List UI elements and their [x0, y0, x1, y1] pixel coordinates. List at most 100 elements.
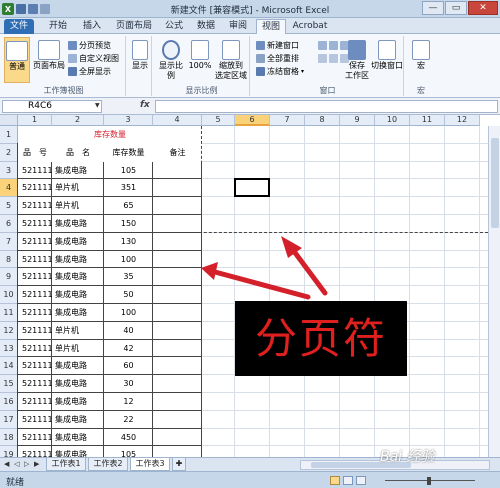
save-workspace-button[interactable]: 保存 工作区	[344, 37, 370, 81]
table-cell-qty[interactable]: 12	[104, 393, 153, 411]
column-header[interactable]: 12	[445, 115, 480, 126]
worksheet-grid[interactable]: 1 2 3 4 5 6 7 8 9 10 11 12 1 2 3 4 5 6 7 8 9 10 11 12 13 14 15 16 17…	[0, 115, 500, 457]
table-cell-qty[interactable]: 30	[104, 375, 153, 393]
table-cell-name[interactable]: 单片机	[52, 322, 104, 340]
close-button[interactable]: ✕	[468, 1, 498, 15]
zoom-slider[interactable]	[375, 477, 485, 485]
table-cell-qty[interactable]: 22	[104, 411, 153, 429]
table-cell-code[interactable]: 5211110028	[18, 446, 52, 457]
table-cell-qty[interactable]: 50	[104, 286, 153, 304]
page-layout-view-button[interactable]: 页面布局	[32, 37, 66, 71]
table-cell-name[interactable]: 集成电路	[52, 393, 104, 411]
prev-sheet-icon[interactable]: ◁	[14, 460, 19, 468]
row-header[interactable]: 12	[0, 321, 18, 340]
table-cell-qty[interactable]: 42	[104, 340, 153, 358]
table-cell-qty[interactable]: 35	[104, 268, 153, 286]
column-header[interactable]: 10	[375, 115, 410, 126]
sheet-tab-1[interactable]: 工作表1	[46, 458, 86, 471]
sheet-tab-2[interactable]: 工作表2	[88, 458, 128, 471]
switch-windows-button[interactable]: 切换窗口	[370, 37, 404, 71]
table-cell-name[interactable]: 集成电路	[52, 233, 104, 251]
table-cell-name[interactable]: 单片机	[52, 197, 104, 215]
macros-button[interactable]: 宏	[408, 37, 434, 71]
table-cell-code[interactable]: 5211110004	[18, 215, 52, 233]
row-header[interactable]: 19	[0, 446, 18, 457]
table-cell-qty[interactable]: 450	[104, 429, 153, 447]
formula-input[interactable]	[155, 100, 498, 113]
column-header[interactable]: 7	[270, 115, 305, 126]
zoom-thumb[interactable]	[427, 477, 431, 485]
vertical-scrollbar[interactable]	[488, 126, 500, 457]
column-header[interactable]: 4	[153, 115, 202, 126]
tab-acrobat[interactable]: Acrobat	[290, 19, 330, 34]
name-box-dropdown-icon[interactable]: ▼	[95, 102, 100, 109]
row-header[interactable]: 4	[0, 179, 18, 198]
view-layout-icon[interactable]	[343, 476, 353, 485]
tab-view[interactable]: 视图	[256, 19, 286, 34]
row-header[interactable]: 13	[0, 339, 18, 358]
insert-function-icon[interactable]: fx	[140, 100, 150, 110]
table-cell-name[interactable]: 集成电路	[52, 411, 104, 429]
tab-home[interactable]: 开始	[44, 19, 72, 34]
table-header[interactable]: 品 号	[18, 143, 52, 162]
row-header[interactable]: 8	[0, 250, 18, 269]
hide-icon[interactable]	[329, 40, 338, 50]
column-header[interactable]: 6	[235, 115, 270, 126]
name-box[interactable]: R4C6	[2, 100, 102, 113]
table-cell-qty[interactable]: 60	[104, 357, 153, 375]
table-cell-code[interactable]: 5211110028	[18, 162, 52, 180]
row-header[interactable]: 5	[0, 197, 18, 215]
vertical-scroll-thumb[interactable]	[491, 138, 499, 228]
row-header[interactable]: 16	[0, 393, 18, 411]
table-cell-qty[interactable]: 351	[104, 179, 153, 197]
view-normal-icon[interactable]	[330, 476, 340, 485]
table-cell-code[interactable]: 5211110006	[18, 304, 52, 322]
column-header[interactable]: 9	[340, 115, 375, 126]
redo-icon[interactable]	[40, 4, 50, 14]
tab-formulas[interactable]: 公式	[160, 19, 188, 34]
table-cell-qty[interactable]: 65	[104, 197, 153, 215]
sheet-tab-3[interactable]: 工作表3	[130, 458, 170, 471]
active-cell[interactable]	[234, 178, 270, 198]
page-break-preview-button[interactable]: 分页预览	[68, 39, 111, 51]
next-sheet-icon[interactable]: ▷	[24, 460, 29, 468]
row-header[interactable]: 3	[0, 161, 18, 180]
table-cell-name[interactable]: 集成电路	[52, 357, 104, 375]
maximize-button[interactable]: ▭	[445, 1, 467, 15]
table-cell-code[interactable]: 5211110020	[18, 375, 52, 393]
synchronous-scroll-icon[interactable]	[329, 53, 338, 63]
zoom-to-selection-button[interactable]: 缩放到 选定区域	[214, 37, 248, 81]
insert-sheet-icon[interactable]: ✚	[172, 458, 186, 471]
table-cell-code[interactable]: 5211110004	[18, 251, 52, 269]
table-cell-code[interactable]: 5211110002	[18, 179, 52, 197]
tab-insert[interactable]: 插入	[78, 19, 106, 34]
table-cell-code[interactable]: 5211110020	[18, 357, 52, 375]
row-header[interactable]: 11	[0, 304, 18, 322]
new-window-button[interactable]: 新建窗口	[256, 39, 299, 51]
table-cell-code[interactable]: 5211110008	[18, 322, 52, 340]
show-button[interactable]: 显示	[130, 37, 150, 71]
save-icon[interactable]	[16, 4, 26, 14]
table-cell-code[interactable]: 5211110006	[18, 268, 52, 286]
row-header[interactable]: 9	[0, 268, 18, 287]
table-cell-name[interactable]: 集成电路	[52, 286, 104, 304]
select-all-corner[interactable]	[0, 115, 18, 126]
custom-views-button[interactable]: 自定义视图	[68, 52, 119, 64]
view-side-by-side-icon[interactable]	[318, 53, 327, 63]
zoom-button[interactable]: 显示比例	[156, 37, 186, 81]
row-header[interactable]: 7	[0, 232, 18, 251]
row-header[interactable]: 14	[0, 357, 18, 376]
table-cell-qty[interactable]: 100	[104, 251, 153, 269]
table-cell-name[interactable]: 集成电路	[52, 304, 104, 322]
row-header[interactable]: 18	[0, 428, 18, 447]
table-cell-name[interactable]: 集成电路	[52, 268, 104, 286]
table-cell-name[interactable]: 单片机	[52, 340, 104, 358]
table-cell-code[interactable]: 5211110028	[18, 411, 52, 429]
row-header[interactable]: 15	[0, 375, 18, 393]
table-cell-qty[interactable]: 40	[104, 322, 153, 340]
table-cell-code[interactable]: 5211110008	[18, 340, 52, 358]
table-cell-name[interactable]: 集成电路	[52, 446, 104, 457]
zoom-100-button[interactable]: 100%	[188, 37, 212, 71]
freeze-panes-button[interactable]: 冻结窗格 ▾	[256, 65, 304, 77]
table-cell-qty[interactable]: 105	[104, 446, 153, 457]
